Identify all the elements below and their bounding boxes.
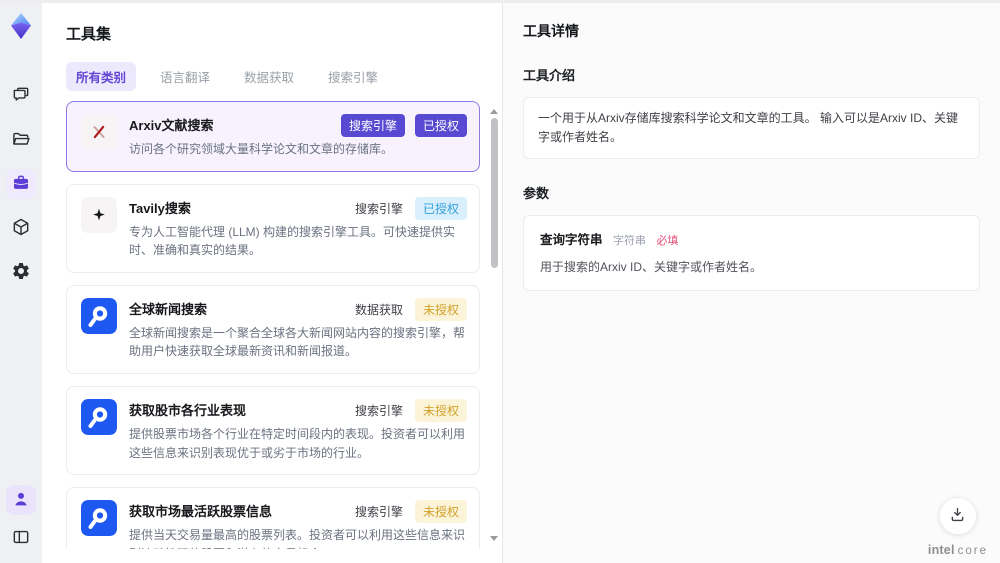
tool-name: 获取市场最活跃股票信息 xyxy=(129,504,273,520)
sidebar-item-chat[interactable] xyxy=(6,81,36,111)
tool-description: 全球新闻搜索是一个聚合全球各大新闻网站内容的搜索引擎，帮助用户快速获取全球最新资… xyxy=(129,325,466,359)
news-search-icon xyxy=(81,297,117,334)
app-logo-icon xyxy=(6,11,36,41)
tool-name: 全球新闻搜索 xyxy=(129,301,208,317)
scroll-down-arrow-icon[interactable] xyxy=(490,536,498,541)
app-window: 工具集 所有类别 语言翻译 数据获取 搜索引擎 Arxiv文献搜索 访问各个研究… xyxy=(0,0,1000,563)
auth-status-badge: 已授权 xyxy=(414,114,467,137)
parameter-description: 用于搜索的Arxiv ID、关键字或作者姓名。 xyxy=(540,260,763,275)
folder-icon xyxy=(11,129,31,152)
download-icon xyxy=(948,505,967,527)
parameter-name: 查询字符串 xyxy=(540,233,603,248)
tools-list-pane: 工具集 所有类别 语言翻译 数据获取 搜索引擎 Arxiv文献搜索 访问各个研究… xyxy=(42,3,502,563)
page-title: 工具集 xyxy=(66,26,112,43)
sidebar-item-files[interactable] xyxy=(6,125,36,155)
corner-widgets: intel core xyxy=(928,497,988,557)
auth-status-badge: 未授权 xyxy=(414,297,467,321)
panel-layout-icon xyxy=(11,527,31,550)
category-badge: 搜索引擎 xyxy=(354,505,403,520)
category-badge: 搜索引擎 xyxy=(354,201,403,216)
intro-card: 一个用于从Arxiv存储库搜索科学论文和文章的工具。 输入可以是Arxiv ID… xyxy=(523,97,980,160)
category-badge: 数据获取 xyxy=(354,302,403,317)
tool-item-tavily[interactable]: Tavily搜索 专为人工智能代理 (LLM) 构建的搜索引擎工具。可快速提供实… xyxy=(66,183,480,273)
auth-status-badge: 已授权 xyxy=(414,196,467,220)
parameter-required-label: 必填 xyxy=(656,235,679,248)
app-sidebar xyxy=(0,3,42,563)
sidebar-nav xyxy=(6,81,36,287)
intel-core-logo: intel core xyxy=(928,543,988,557)
tool-description: 提供当天交易量最高的股票列表。投资者可以利用这些信息来识别流动性强的股票和潜在的… xyxy=(129,528,466,549)
intel-brand-text: intel xyxy=(927,543,955,557)
chat-icon xyxy=(11,85,31,108)
user-icon xyxy=(11,489,31,512)
tool-name: 获取股市各行业表现 xyxy=(129,402,247,418)
sidebar-item-panel-toggle[interactable] xyxy=(6,523,36,553)
params-heading: 参数 xyxy=(523,186,550,202)
tool-name: Tavily搜索 xyxy=(129,200,191,216)
tool-list: Arxiv文献搜索 访问各个研究领域大量科学论文和文章的存储库。 搜索引擎 已授… xyxy=(66,101,502,549)
tool-item-arxiv[interactable]: Arxiv文献搜索 访问各个研究领域大量科学论文和文章的存储库。 搜索引擎 已授… xyxy=(66,101,480,172)
tool-item-global-news[interactable]: 全球新闻搜索 全球新闻搜索是一个聚合全球各大新闻网站内容的搜索引擎，帮助用户快速… xyxy=(66,284,480,374)
scroll-up-arrow-icon[interactable] xyxy=(490,109,498,114)
scrollbar-thumb[interactable] xyxy=(490,118,498,268)
category-badge: 搜索引擎 xyxy=(340,114,405,137)
category-tabs: 所有类别 语言翻译 数据获取 搜索引擎 xyxy=(66,62,502,91)
tab-language-translation[interactable]: 语言翻译 xyxy=(150,62,220,91)
list-scrollbar[interactable] xyxy=(488,109,500,541)
tavily-star-icon xyxy=(81,196,117,233)
sidebar-item-settings[interactable] xyxy=(6,257,36,287)
arxiv-logo-icon xyxy=(81,114,117,150)
parameter-type: 字符串 xyxy=(612,235,646,248)
sidebar-item-profile[interactable] xyxy=(6,485,36,515)
tool-description: 专为人工智能代理 (LLM) 构建的搜索引擎工具。可快速提供实时、准确和真实的结… xyxy=(129,224,456,258)
briefcase-icon xyxy=(11,173,31,196)
sidebar-item-models[interactable] xyxy=(6,213,36,243)
auth-status-badge: 未授权 xyxy=(414,500,467,524)
tool-description: 提供股票市场各个行业在特定时间段内的表现。投资者可以利用这些信息来识别表现优于或… xyxy=(129,426,466,460)
tab-data-fetch[interactable]: 数据获取 xyxy=(234,62,304,91)
sidebar-item-tools[interactable] xyxy=(6,169,36,199)
download-button[interactable] xyxy=(938,497,977,535)
tab-search-engine[interactable]: 搜索引擎 xyxy=(318,62,388,91)
details-title: 工具详情 xyxy=(523,23,579,39)
cube-icon xyxy=(11,217,31,240)
tool-details-pane: 工具详情 工具介绍 一个用于从Arxiv存储库搜索科学论文和文章的工具。 输入可… xyxy=(502,3,1000,563)
main-content: 工具集 所有类别 语言翻译 数据获取 搜索引擎 Arxiv文献搜索 访问各个研究… xyxy=(42,3,1000,563)
core-brand-text: core xyxy=(957,545,988,557)
sidebar-bottom xyxy=(6,485,36,553)
active-stocks-icon xyxy=(81,500,117,537)
auth-status-badge: 未授权 xyxy=(414,398,467,422)
gear-icon xyxy=(11,261,31,284)
intro-heading: 工具介绍 xyxy=(523,68,576,83)
sector-performance-icon xyxy=(81,398,117,435)
tab-all-categories[interactable]: 所有类别 xyxy=(66,62,137,91)
tool-item-sector-performance[interactable]: 获取股市各行业表现 提供股票市场各个行业在特定时间段内的表现。投资者可以利用这些… xyxy=(66,385,480,476)
tool-description: 访问各个研究领域大量科学论文和文章的存储库。 xyxy=(129,142,394,156)
parameter-card: 查询字符串 字符串 必填 用于搜索的Arxiv ID、关键字或作者姓名。 xyxy=(523,215,980,292)
category-badge: 搜索引擎 xyxy=(354,403,403,418)
tool-item-active-stocks[interactable]: 获取市场最活跃股票信息 提供当天交易量最高的股票列表。投资者可以利用这些信息来识… xyxy=(66,487,480,549)
tool-name: Arxiv文献搜索 xyxy=(129,118,214,133)
